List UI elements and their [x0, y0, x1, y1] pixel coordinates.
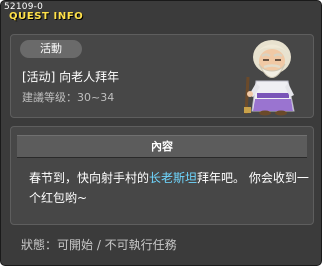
- window-title: QUEST INFO: [9, 11, 84, 22]
- quest-description: 春节到，快向射手村的长老斯坦拜年吧。 你会收到一个红包哟~: [29, 168, 311, 208]
- quest-name: [活动] 向老人拜年: [22, 70, 120, 84]
- description-text-before: 春节到，快向射手村的: [29, 171, 150, 185]
- elder-npc-icon: [244, 40, 295, 116]
- quest-status: 狀態：可開始 / 不可執行任務: [21, 238, 177, 252]
- content-header: 內容: [17, 135, 307, 158]
- quest-recommended-level: 建議等级：30~34: [22, 91, 115, 104]
- quest-info-window: 52109-0 QUEST INFO 活動 [活动] 向老人拜年 建議等级：30…: [0, 0, 322, 266]
- quest-content-panel: 內容 春节到，快向射手村的长老斯坦拜年吧。 你会收到一个红包哟~: [10, 126, 314, 225]
- quest-category-badge: 活動: [20, 40, 82, 58]
- quest-summary-panel: 活動 [活动] 向老人拜年 建議等级：30~34: [10, 34, 314, 118]
- npc-name-link: 长老斯坦: [149, 171, 198, 185]
